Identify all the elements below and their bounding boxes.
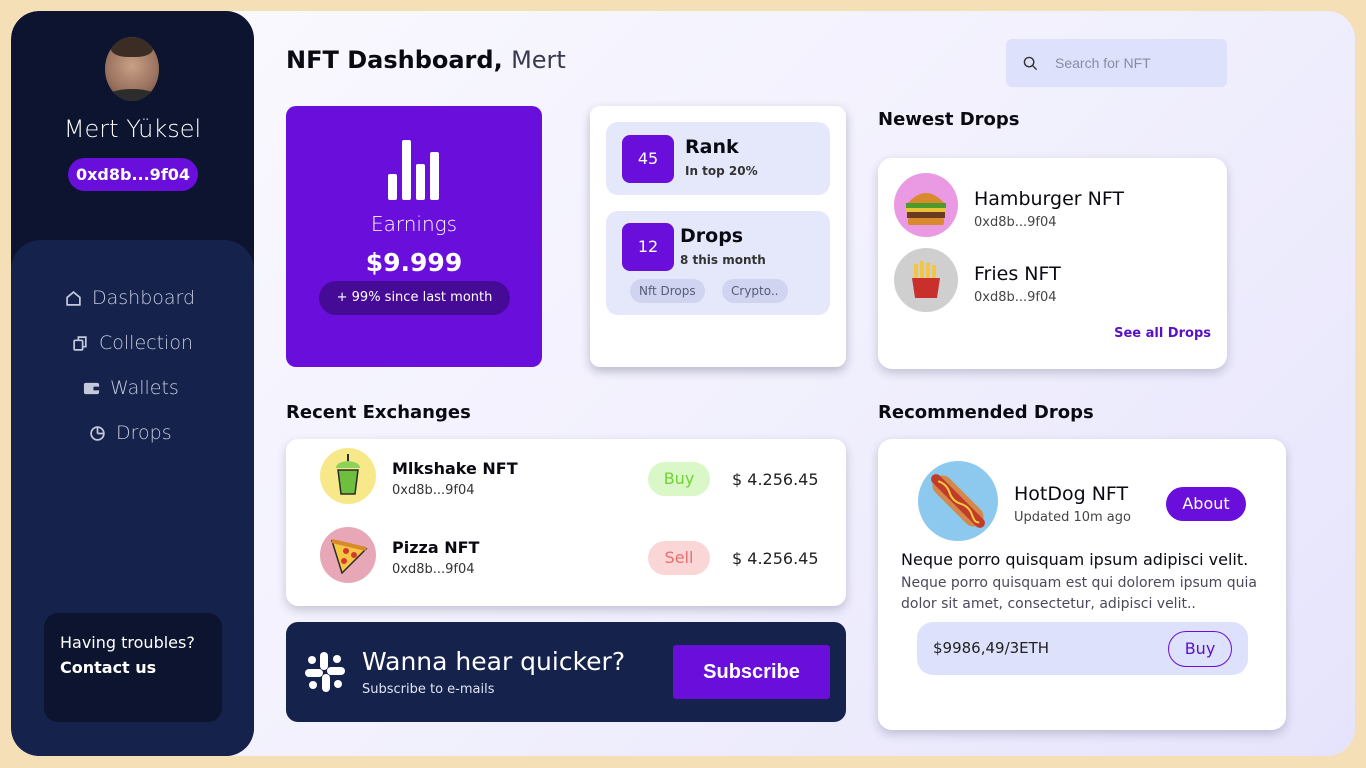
home-icon — [66, 290, 81, 306]
drops-label: Drops — [680, 225, 744, 247]
milkshake-image — [320, 448, 376, 504]
slack-icon — [305, 652, 345, 692]
avatar[interactable] — [105, 37, 159, 101]
drops-sub: 8 this month — [680, 253, 766, 267]
drops-number: 12 — [622, 223, 674, 271]
bar-chart-icon — [388, 140, 440, 200]
subscribe-banner: Wanna hear quicker? Subscribe to e-mails… — [286, 622, 846, 722]
fries-image — [894, 248, 958, 312]
nft-address: 0xd8b...9f04 — [392, 562, 475, 577]
search-input[interactable] — [1055, 51, 1215, 75]
exchange-price: $ 4.256.45 — [732, 470, 819, 489]
search-box[interactable] — [1006, 39, 1227, 87]
wallet-icon — [83, 382, 100, 394]
nft-address: 0xd8b...9f04 — [392, 483, 475, 498]
subscribe-heading: Wanna hear quicker? — [362, 647, 626, 676]
user-name: Mert Yüksel — [63, 115, 202, 143]
rank-label: Rank — [685, 136, 739, 158]
newest-drops-card: Hamburger NFT 0xd8b...9f04 Fries NFT 0xd… — [878, 158, 1227, 369]
hotdog-image — [918, 461, 998, 541]
nft-name: Mlkshake NFT — [392, 459, 518, 478]
hamburger-image — [894, 173, 958, 237]
pizza-image — [320, 527, 376, 583]
recommended-heading: Neque porro quisquam ipsum adipisci veli… — [901, 550, 1249, 569]
sidebar: Mert Yüksel 0xd8b...9f04 Dashboard Colle… — [11, 11, 254, 756]
earnings-label: Earnings — [370, 212, 458, 236]
page-title-user: Mert — [511, 46, 566, 74]
nft-address: 0xd8b...9f04 — [974, 290, 1057, 305]
nft-name: Pizza NFT — [392, 538, 480, 557]
nft-name: Fries NFT — [974, 263, 1061, 285]
nft-address: 0xd8b...9f04 — [974, 215, 1057, 230]
help-text: Having troubles? — [60, 633, 195, 652]
rank-number: 45 — [622, 135, 674, 183]
app-frame: Mert Yüksel 0xd8b...9f04 Dashboard Colle… — [11, 11, 1355, 756]
recommended-drops-title: Recommended Drops — [878, 402, 1094, 423]
recent-exchanges-card: Mlkshake NFT 0xd8b...9f04 Buy $ 4.256.45… — [286, 439, 846, 606]
sidebar-item-label: Dashboard — [92, 287, 196, 309]
recommended-nft-name: HotDog NFT — [1014, 483, 1129, 505]
earnings-card: Earnings $9.999 + 99% since last month — [286, 106, 542, 367]
tag-crypto[interactable]: Crypto.. — [722, 279, 788, 303]
buy-badge[interactable]: Buy — [648, 462, 710, 496]
recommended-price: $9986,49/3ETH — [933, 639, 1050, 657]
subscribe-subtext: Subscribe to e-mails — [362, 682, 495, 697]
contact-us-link[interactable]: Contact us — [60, 655, 206, 680]
search-icon — [1023, 56, 1038, 71]
subscribe-button[interactable]: Subscribe — [673, 645, 830, 699]
newest-drops-title: Newest Drops — [878, 109, 1020, 130]
tag-nft-drops[interactable]: Nft Drops — [630, 279, 705, 303]
earnings-value: $9.999 — [365, 248, 463, 277]
recommended-updated: Updated 10m ago — [1014, 510, 1131, 525]
buy-button[interactable]: Buy — [1168, 631, 1232, 667]
sell-badge[interactable]: Sell — [648, 541, 710, 575]
sidebar-item-dashboard[interactable]: Dashboard — [65, 283, 195, 313]
sidebar-item-label: Wallets — [110, 377, 179, 399]
page-title: NFT Dashboard, Mert — [286, 46, 566, 74]
rank-sub: In top 20% — [685, 164, 758, 178]
stats-card: 45 Rank In top 20% 12 Drops 8 this month… — [590, 106, 846, 367]
recommended-drops-card: HotDog NFT Updated 10m ago About Neque p… — [878, 439, 1286, 730]
drops-stat: 12 Drops 8 this month Nft Drops Crypto.. — [606, 211, 830, 315]
sidebar-item-label: Drops — [116, 422, 172, 444]
about-button[interactable]: About — [1166, 487, 1246, 521]
page-title-text: NFT Dashboard, — [286, 46, 503, 74]
earnings-change-badge: + 99% since last month — [319, 281, 510, 315]
recent-exchanges-title: Recent Exchanges — [286, 402, 471, 423]
wallet-address-badge[interactable]: 0xd8b...9f04 — [68, 158, 198, 191]
sidebar-item-wallets[interactable]: Wallets — [83, 373, 179, 403]
help-box: Having troubles? Contact us — [44, 613, 222, 722]
nft-name: Hamburger NFT — [974, 188, 1125, 210]
collection-icon — [73, 335, 87, 351]
pie-chart-icon — [90, 425, 105, 441]
sidebar-item-collection[interactable]: Collection — [72, 328, 193, 358]
see-all-drops-link[interactable]: See all Drops — [1114, 326, 1211, 341]
recommended-description: Neque porro quisquam est qui dolorem ips… — [901, 575, 1257, 612]
exchange-price: $ 4.256.45 — [732, 549, 819, 568]
price-bar: $9986,49/3ETH Buy — [917, 622, 1248, 675]
sidebar-item-label: Collection — [99, 332, 193, 354]
rank-stat: 45 Rank In top 20% — [606, 122, 830, 195]
sidebar-item-drops[interactable]: Drops — [89, 418, 172, 448]
